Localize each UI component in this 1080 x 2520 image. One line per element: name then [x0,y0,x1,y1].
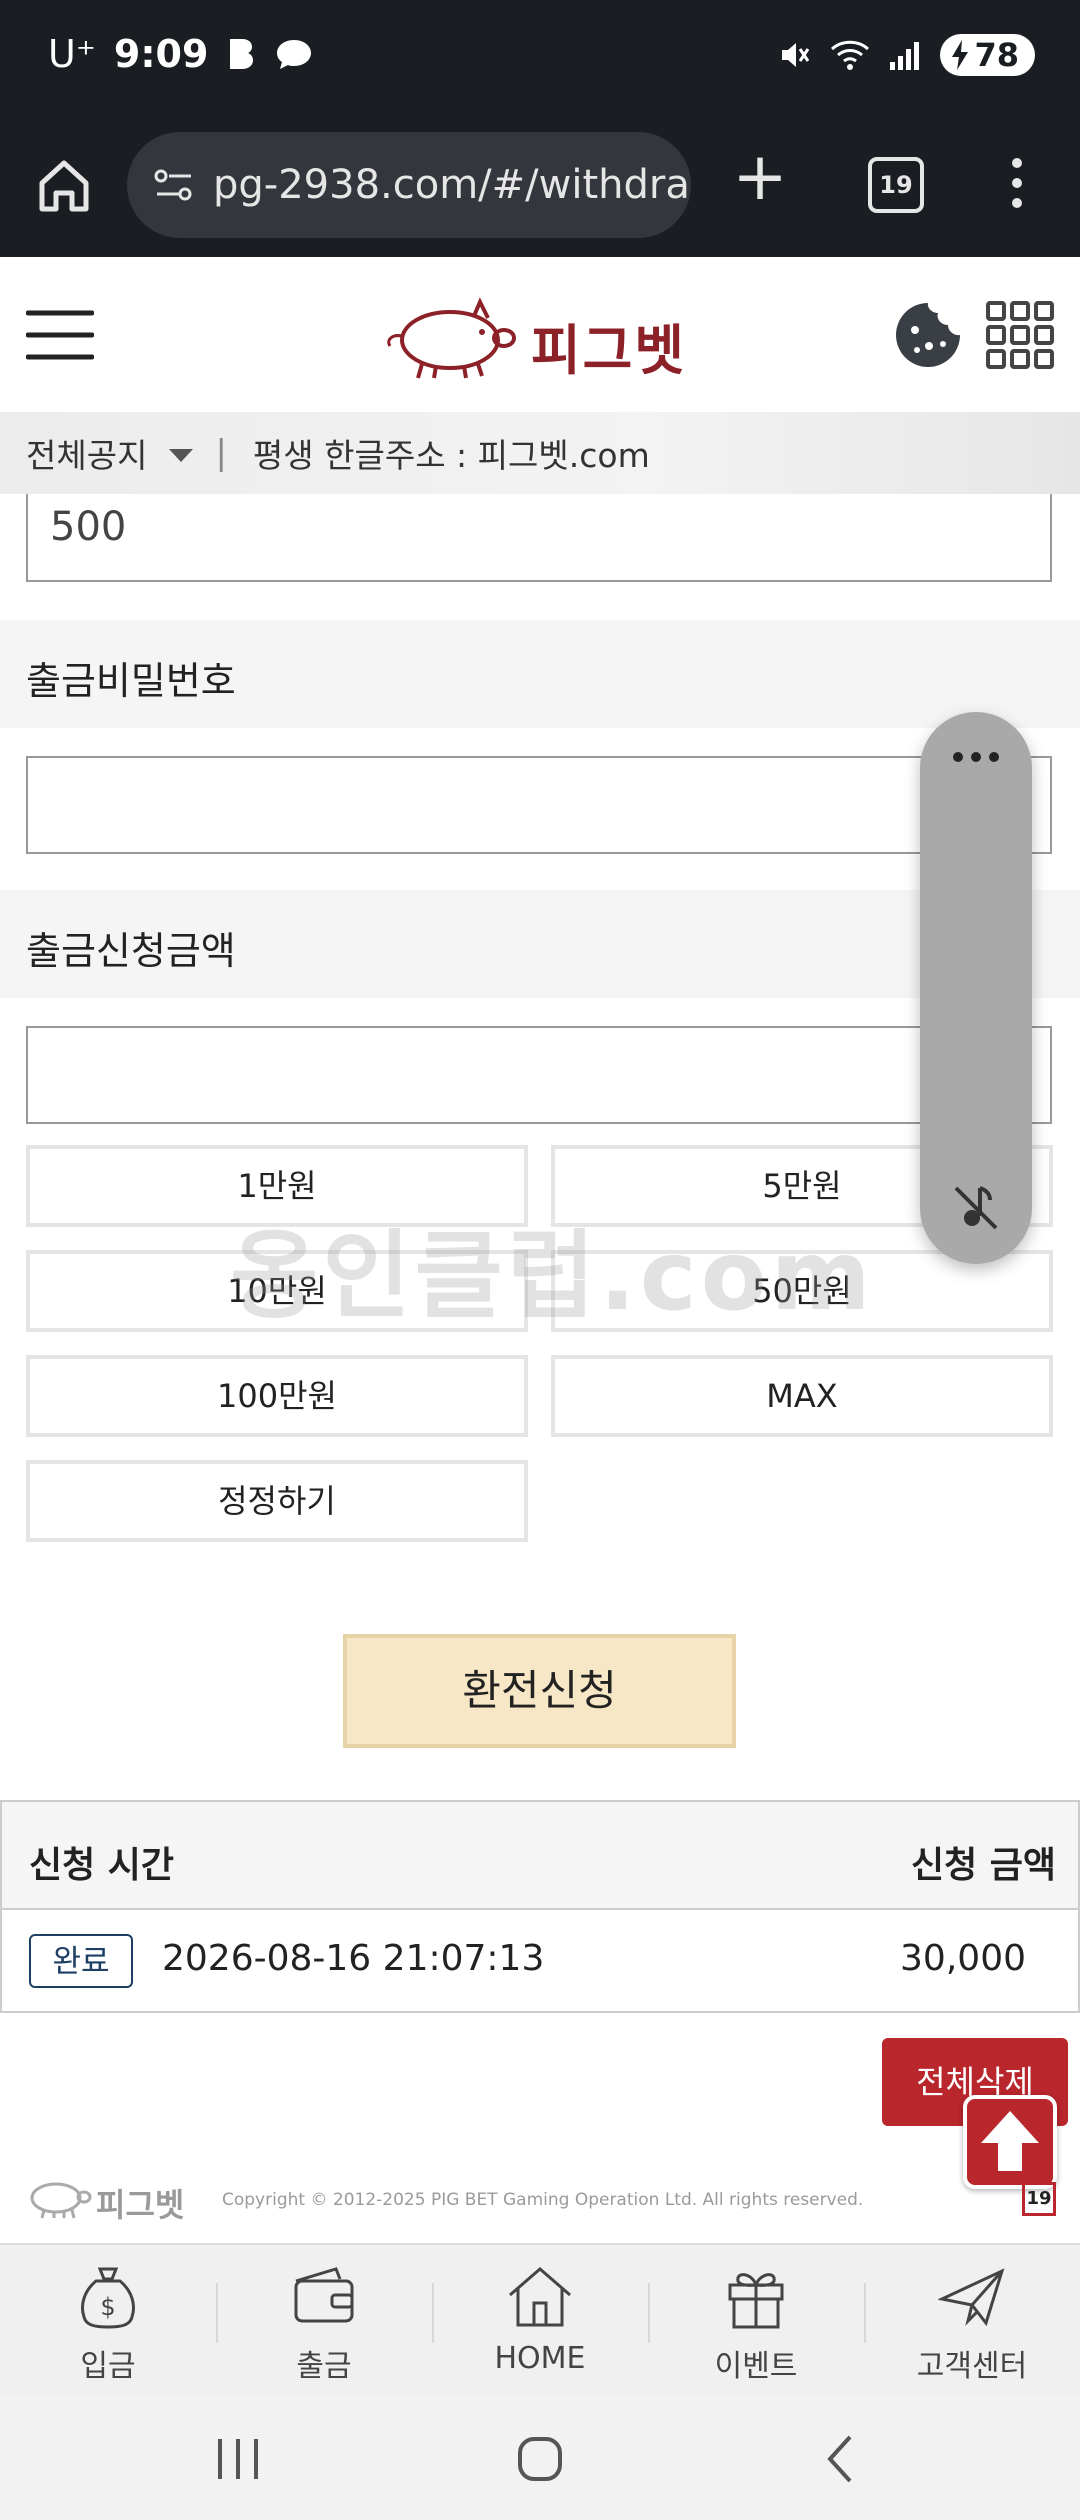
house-icon [509,2267,571,2327]
bottom-nav: $ 입금 출금 HOME 이벤트 고객센터 [0,2243,1080,2395]
password-section-header: 출금비밀번호 [0,620,1080,728]
notice-bar: 전체공지 | 평생 한글주소 : 피그벳.com [0,412,1080,494]
amount-button-1m[interactable]: 100만원 [26,1355,528,1437]
site-info-icon[interactable] [149,160,199,210]
table-row[interactable]: 완료 2026-08-16 21:07:13 30,000 [2,1910,1078,2012]
b-app-icon [230,39,254,69]
notice-separator: | [215,433,227,473]
nav-home[interactable]: HOME [432,2257,648,2387]
nav-event-label: 이벤트 [714,2349,798,2384]
logo-text: 피그벳 [531,319,687,382]
money-bag-icon: $ [81,2267,135,2329]
footer-logo-text: 피그벳 [96,2186,185,2224]
watermark-text: 옹인클럽.com [230,1220,875,1332]
address-bar[interactable]: pg-2938.com/#/withdraw [127,132,691,238]
battery-indicator: 78 [940,34,1035,76]
site-header: 피그벳 [0,260,1080,410]
column-header-amount: 신청 금액 [910,1845,1056,1886]
floating-media-panel[interactable] [920,712,1032,1264]
withdraw-history-table: 신청 시간 신청 금액 완료 2026-08-16 21:07:13 30,00… [0,1800,1080,2013]
paper-plane-icon [938,2268,1005,2327]
cookie-icon[interactable] [893,300,963,370]
table-header: 신청 시간 신청 금액 [2,1802,1078,1910]
hamburger-menu-icon[interactable] [26,307,94,363]
wallet-icon [294,2267,354,2323]
pig-logo-icon [387,297,516,379]
balance-field-value: 500 [50,504,127,550]
row-time: 2026-08-16 21:07:13 [162,1938,545,1979]
nav-event[interactable]: 이벤트 [648,2257,864,2387]
amount-button-max[interactable]: MAX [551,1355,1053,1437]
clock: 9:09 [113,32,209,76]
nav-deposit[interactable]: $ 입금 [0,2257,216,2387]
footer-logo: 피그벳 [24,2172,194,2224]
browser-toolbar: pg-2938.com/#/withdraw + 19 [0,125,1080,257]
row-amount: 30,000 [900,1938,1026,1979]
browser-menu-icon[interactable] [1002,153,1032,213]
nav-withdraw[interactable]: 출금 [216,2257,432,2387]
home-nav-icon[interactable] [510,2431,570,2487]
status-left: U⁺ 9:09 [48,32,314,76]
amount-section-header: 출금신청금액 [0,890,1080,998]
age-restriction-badge: 19 [1022,2182,1056,2216]
notice-text: 평생 한글주소 : 피그벳.com [252,436,650,475]
nav-support[interactable]: 고객센터 [864,2257,1080,2387]
mute-icon [782,43,810,67]
back-icon[interactable] [812,2431,872,2487]
new-tab-button[interactable]: + [730,144,790,210]
system-navigation-bar [0,2395,1080,2520]
status-right: 78 [776,34,1035,76]
site-logo[interactable]: 피그벳 [378,288,708,388]
status-bar: U⁺ 9:09 78 [0,0,1080,125]
amount-label: 출금신청금액 [26,929,236,973]
caret-down-icon[interactable] [169,448,194,462]
tab-switcher-button[interactable]: 19 [868,157,924,213]
password-label: 출금비밀번호 [26,659,236,703]
nav-home-label: HOME [494,2341,586,2376]
more-options-icon[interactable] [948,750,1004,764]
browser-home-icon[interactable] [34,155,94,215]
status-badge: 완료 [29,1934,133,1988]
notice-dropdown-label[interactable]: 전체공지 [26,429,147,477]
withdraw-submit-button[interactable]: 환전신청 [343,1634,736,1748]
balance-field[interactable]: 500 [26,494,1052,582]
music-off-icon[interactable] [950,1182,1002,1234]
grid-menu-icon[interactable] [985,300,1055,370]
pig-logo-icon [30,2182,92,2219]
url-text[interactable]: pg-2938.com/#/withdraw [213,162,691,208]
svg-text:$: $ [100,2293,115,2321]
chat-bubble-icon [277,40,312,69]
wifi-icon [831,40,870,70]
recent-apps-icon[interactable] [208,2431,268,2487]
carrier-label: U⁺ [48,32,96,76]
gift-icon [728,2273,784,2329]
battery-level: 78 [974,36,1019,74]
withdraw-password-input[interactable] [26,756,1052,854]
signal-icon [890,42,920,70]
nav-support-label: 고객센터 [916,2349,1028,2384]
nav-withdraw-label: 출금 [296,2349,352,2384]
withdraw-amount-input[interactable] [26,1026,1052,1124]
copyright-text: Copyright © 2012-2025 PIG BET Gaming Ope… [222,2190,864,2210]
nav-deposit-label: 입금 [80,2349,136,2384]
charging-bolt-icon [952,40,969,70]
amount-reset-button[interactable]: 정정하기 [26,1460,528,1542]
column-header-time: 신청 시간 [29,1845,175,1886]
site-footer: 피그벳 Copyright © 2012-2025 PIG BET Gaming… [0,2160,1080,2240]
